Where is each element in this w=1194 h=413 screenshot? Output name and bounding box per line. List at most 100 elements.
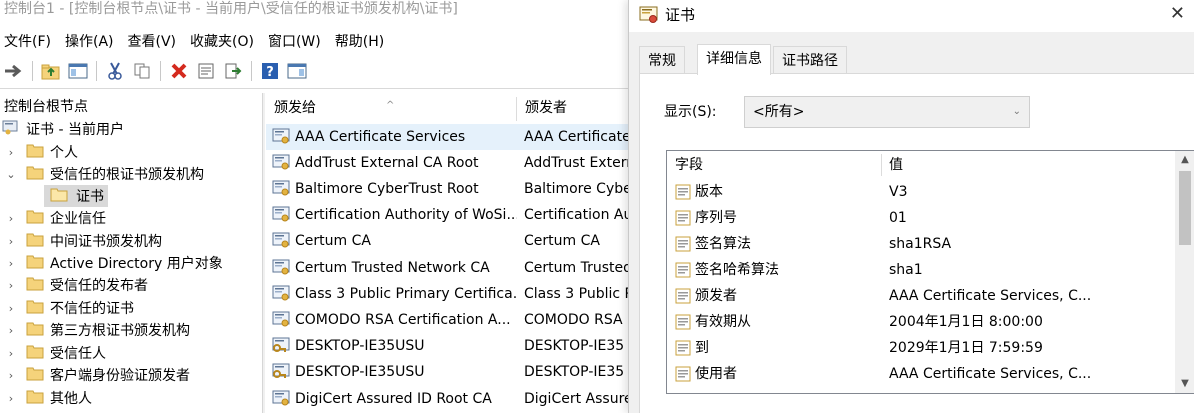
tab-details[interactable]: 详细信息: [697, 44, 771, 75]
tree-node-trusted-people[interactable]: › 受信任人: [4, 342, 106, 364]
chevron-right-icon[interactable]: ›: [4, 146, 18, 159]
action-pane-icon[interactable]: [285, 59, 309, 83]
field-row[interactable]: 签名哈希算法 sha1: [667, 257, 1175, 283]
field-icon: [675, 340, 691, 360]
field-row[interactable]: 有效期从 2004年1月1日 8:00:00: [667, 309, 1175, 335]
tab-general[interactable]: 常规: [639, 46, 685, 74]
chevron-right-icon[interactable]: ›: [4, 257, 18, 270]
field-value: V3: [889, 184, 908, 200]
vertical-scrollbar[interactable]: ▲ ▼: [1175, 151, 1194, 393]
chevron-down-icon[interactable]: ⌄: [4, 168, 18, 181]
folder-icon: [26, 165, 44, 184]
list-header: 颁发给 ^ 颁发者: [266, 93, 640, 123]
chevron-right-icon[interactable]: ›: [4, 302, 18, 315]
field-row[interactable]: 序列号 01: [667, 205, 1175, 231]
cell-issued-to: Certum CA: [295, 233, 371, 249]
dialog-titlebar[interactable]: 证书 ✕: [629, 0, 1194, 32]
tree-node-personal[interactable]: › 个人: [4, 141, 78, 163]
column-issued-to[interactable]: 颁发给 ^: [266, 93, 516, 123]
tree-node-trusted-root[interactable]: ⌄ 受信任的根证书颁发机构: [4, 163, 204, 185]
menu-help[interactable]: 帮助(H): [331, 30, 394, 54]
table-row[interactable]: Certum Trusted Network CA Certum Trusted: [266, 255, 640, 281]
field-row[interactable]: 签名算法 sha1RSA: [667, 231, 1175, 257]
pane-splitter[interactable]: [262, 93, 265, 413]
up-folder-icon[interactable]: [39, 59, 63, 83]
column-value[interactable]: 值: [881, 151, 903, 179]
help-icon[interactable]: ?: [258, 59, 282, 83]
cell-issued-to: Certification Authority of WoSi...: [295, 207, 517, 223]
tree-node-label: 受信任的根证书颁发机构: [50, 167, 204, 183]
scroll-up-icon[interactable]: ▲: [1175, 151, 1194, 169]
toolbar: ?: [2, 58, 309, 84]
delete-icon[interactable]: [167, 59, 191, 83]
tree-node-intermediate-ca[interactable]: › 中间证书颁发机构: [4, 230, 162, 252]
field-row[interactable]: 使用者 AAA Certificate Services, C...: [667, 361, 1175, 387]
field-row[interactable]: 版本 V3: [667, 179, 1175, 205]
show-dropdown[interactable]: <所有> ⌄: [744, 96, 1030, 128]
menu-view[interactable]: 查看(V): [124, 30, 187, 54]
menu-bar: 文件(F) 操作(A) 查看(V) 收藏夹(O) 窗口(W) 帮助(H): [0, 30, 394, 54]
scrollbar-thumb[interactable]: [1179, 171, 1191, 245]
cell-issued-by: AAA Certificate: [524, 129, 631, 145]
show-tree-icon[interactable]: [66, 59, 90, 83]
tree-node-trusted-publishers[interactable]: › 受信任的发布者: [4, 274, 148, 296]
certificate-icon: [272, 311, 290, 332]
folder-icon: [26, 389, 44, 408]
table-row[interactable]: DESKTOP-IE35USU DESKTOP-IE35: [266, 359, 640, 385]
chevron-right-icon[interactable]: ›: [4, 324, 18, 337]
table-row[interactable]: AddTrust External CA Root AddTrust Exter…: [266, 150, 640, 176]
table-row[interactable]: COMODO RSA Certification A... COMODO RSA: [266, 307, 640, 333]
tree-node-untrusted-certificates[interactable]: › 不信任的证书: [4, 297, 134, 319]
tree-node-label: 中间证书颁发机构: [50, 234, 162, 250]
tree-root[interactable]: 控制台根节点: [4, 97, 88, 117]
cell-issued-to: Class 3 Public Primary Certifica...: [295, 286, 517, 302]
table-row[interactable]: DESKTOP-IE35USU DESKTOP-IE35: [266, 333, 640, 359]
menu-file[interactable]: 文件(F): [0, 30, 61, 54]
table-row[interactable]: DigiCert Assured ID Root CA DigiCert Ass…: [266, 386, 640, 412]
column-field[interactable]: 字段: [667, 151, 703, 179]
table-row[interactable]: Certum CA Certum CA: [266, 228, 640, 254]
field-name: 版本: [695, 184, 723, 200]
tree-node-other-people[interactable]: › 其他人: [4, 387, 92, 409]
chevron-right-icon[interactable]: ›: [4, 235, 18, 248]
table-row[interactable]: Baltimore CyberTrust Root Baltimore Cybe: [266, 176, 640, 202]
show-dropdown-value: <所有>: [753, 104, 805, 120]
menu-action[interactable]: 操作(A): [61, 30, 124, 54]
scroll-down-icon[interactable]: ▼: [1175, 375, 1194, 393]
sort-ascending-icon: ^: [386, 100, 395, 111]
cut-icon[interactable]: [103, 59, 127, 83]
chevron-right-icon[interactable]: ›: [4, 279, 18, 292]
field-row[interactable]: 颁发者 AAA Certificate Services, C...: [667, 283, 1175, 309]
tree-node-third-party-root[interactable]: › 第三方根证书颁发机构: [4, 319, 190, 341]
chevron-right-icon[interactable]: ›: [4, 347, 18, 360]
close-button[interactable]: ✕: [1170, 4, 1185, 24]
export-icon[interactable]: [221, 59, 245, 83]
table-row[interactable]: Certification Authority of WoSi... Certi…: [266, 202, 640, 228]
tab-certification-path[interactable]: 证书路径: [773, 46, 847, 74]
chevron-right-icon[interactable]: ›: [4, 369, 18, 382]
chevron-right-icon[interactable]: ›: [4, 392, 18, 405]
column-issued-by[interactable]: 颁发者: [517, 93, 640, 123]
field-icon: [675, 210, 691, 230]
table-row[interactable]: Class 3 Public Primary Certifica... Clas…: [266, 281, 640, 307]
menu-window[interactable]: 窗口(W): [264, 30, 331, 54]
menu-favorites[interactable]: 收藏夹(O): [186, 30, 264, 54]
tree-node-certificates[interactable]: 证书: [44, 185, 108, 207]
copy-icon[interactable]: [130, 59, 154, 83]
tree-node-active-directory[interactable]: › Active Directory 用户对象: [4, 252, 223, 274]
properties-icon[interactable]: [194, 59, 218, 83]
field-row[interactable]: 到 2029年1月1日 7:59:59: [667, 335, 1175, 361]
chevron-right-icon[interactable]: ›: [4, 212, 18, 225]
cell-issued-to: COMODO RSA Certification A...: [295, 312, 511, 328]
certificate-list: 颁发给 ^ 颁发者 AAA Certificate Services AAA C…: [266, 93, 640, 413]
back-arrow-icon[interactable]: [2, 59, 26, 83]
table-row[interactable]: AAA Certificate Services AAA Certificate: [266, 124, 640, 150]
cell-issued-to: Certum Trusted Network CA: [295, 260, 490, 276]
details-panel: 显示(S): <所有> ⌄ 字段 值 版本 V3 序列号 01 签名算法 sha…: [639, 73, 1194, 413]
mmc-window: 控制台1 - [控制台根节点\证书 - 当前用户\受信任的根证书颁发机构\证书]…: [0, 0, 640, 413]
tree-node-enterprise-trust[interactable]: › 企业信任: [4, 207, 106, 229]
cell-issued-to: AAA Certificate Services: [295, 129, 466, 145]
folder-icon: [26, 299, 44, 318]
tree-node-client-auth-issuers[interactable]: › 客户端身份验证颁发者: [4, 364, 190, 386]
tree-node-certificates-current-user[interactable]: 证书 - 当前用户: [2, 118, 124, 140]
